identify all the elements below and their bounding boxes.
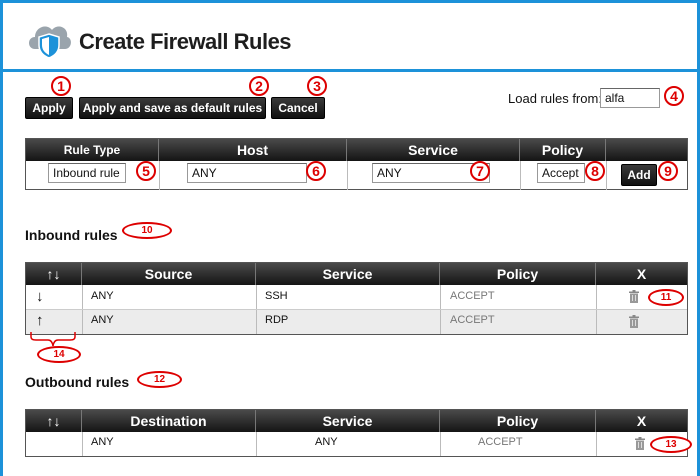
destination-header: Destination: [82, 410, 256, 432]
new-rule-header-row: Rule Type Host Service Policy: [26, 139, 687, 161]
row-divider: [26, 309, 687, 310]
divider: [347, 161, 348, 190]
divider: [159, 161, 160, 190]
load-rules-label: Load rules from:: [508, 91, 602, 106]
inbound-header-row: ↑↓ Source Service Policy X: [26, 263, 687, 285]
page-header: Create Firewall Rules: [3, 3, 697, 72]
policy-header: Policy: [520, 139, 606, 161]
service-header: Service: [256, 263, 440, 285]
callout-4: 4: [664, 86, 684, 106]
trash-icon[interactable]: [635, 437, 645, 450]
service-header: Service: [256, 410, 440, 432]
apply-save-default-button[interactable]: Apply and save as default rules: [79, 97, 266, 119]
trash-icon[interactable]: [629, 315, 639, 328]
reorder-header: ↑↓: [26, 263, 82, 285]
callout-1: 1: [51, 76, 71, 96]
divider: [520, 161, 521, 190]
service-cell: RDP: [265, 314, 289, 326]
policy-header: Policy: [440, 263, 596, 285]
callout-11: 11: [648, 289, 684, 306]
source-cell: ANY: [91, 290, 114, 302]
destination-cell: ANY: [91, 436, 114, 448]
callout-13: 13: [650, 436, 692, 453]
rule-type-header: Rule Type: [26, 139, 159, 161]
policy-cell: ACCEPT: [478, 436, 523, 448]
callout-8: 8: [585, 161, 605, 181]
service-cell: ANY: [315, 436, 338, 448]
service-cell: SSH: [265, 290, 288, 302]
service-header: Service: [347, 139, 520, 161]
inbound-rules-table: ↑↓ Source Service Policy X: [25, 262, 688, 335]
callout-14: 14: [37, 346, 81, 363]
source-header: Source: [82, 263, 256, 285]
callout-12: 12: [137, 371, 182, 388]
divider: [82, 432, 83, 456]
cloud-shield-icon: [29, 26, 71, 59]
move-up-icon[interactable]: ↑: [36, 312, 44, 329]
apply-button[interactable]: Apply: [25, 97, 73, 119]
policy-cell: ACCEPT: [450, 314, 495, 326]
policy-header: Policy: [440, 410, 596, 432]
source-cell: ANY: [91, 314, 114, 326]
page-title: Create Firewall Rules: [79, 29, 292, 54]
divider: [606, 161, 607, 190]
move-down-icon[interactable]: ↓: [36, 288, 44, 305]
divider: [596, 432, 597, 456]
divider: [256, 432, 257, 456]
table-row-bg: [26, 310, 687, 334]
callout-6: 6: [306, 161, 326, 181]
callout-7: 7: [470, 161, 490, 181]
add-rule-button[interactable]: Add: [621, 164, 657, 186]
reorder-header: ↑↓: [26, 410, 82, 432]
policy-cell: ACCEPT: [450, 290, 495, 302]
divider: [440, 432, 441, 456]
outbound-rules-title: Outbound rules: [25, 374, 130, 390]
load-rules-input[interactable]: alfa: [600, 88, 660, 108]
inbound-rules-title: Inbound rules: [25, 227, 118, 243]
callout-9: 9: [658, 161, 678, 181]
delete-header: X: [636, 413, 647, 429]
callout-2: 2: [249, 76, 269, 96]
outbound-header-row: ↑↓ Destination Service Policy X: [26, 410, 687, 432]
callout-3: 3: [307, 76, 327, 96]
delete-header: X: [636, 266, 647, 282]
host-input[interactable]: ANY: [187, 163, 307, 183]
policy-select[interactable]: Accept: [537, 163, 585, 183]
cancel-button[interactable]: Cancel: [271, 97, 325, 119]
host-header: Host: [159, 139, 347, 161]
rule-type-select[interactable]: Inbound rule: [48, 163, 126, 183]
add-column-header: [606, 139, 687, 161]
trash-icon[interactable]: [629, 290, 639, 303]
outbound-rules-table: ↑↓ Destination Service Policy X: [25, 409, 688, 457]
callout-5: 5: [136, 161, 156, 181]
callout-10: 10: [122, 222, 172, 239]
